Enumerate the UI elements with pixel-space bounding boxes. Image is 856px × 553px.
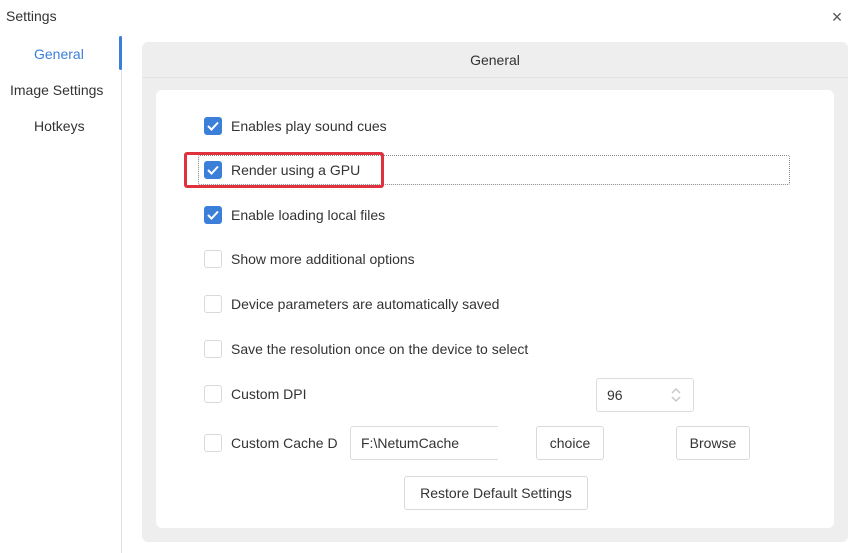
option-label: Custom Cache D <box>231 435 338 451</box>
option-load-local-files[interactable]: Enable loading local files <box>204 204 385 226</box>
option-auto-save-params[interactable]: Device parameters are automatically save… <box>204 293 499 315</box>
settings-panel: General Enables play sound cues Render u… <box>142 42 848 542</box>
option-custom-dpi[interactable]: Custom DPI <box>204 383 306 405</box>
checkbox[interactable] <box>204 250 222 268</box>
option-label: Device parameters are automatically save… <box>231 296 500 312</box>
dpi-input[interactable]: 96 <box>596 378 694 412</box>
sidebar-active-indicator <box>119 36 122 70</box>
option-custom-cache[interactable]: Custom Cache D <box>204 432 338 454</box>
sidebar-item-hotkeys[interactable]: Hotkeys <box>34 118 85 134</box>
option-label: Enable loading local files <box>231 207 386 223</box>
checkbox[interactable] <box>204 434 222 452</box>
choice-button[interactable]: choice <box>536 426 604 460</box>
spinner-arrows-icon[interactable] <box>665 384 687 406</box>
browse-button[interactable]: Browse <box>676 426 750 460</box>
checkbox[interactable] <box>204 385 222 403</box>
option-save-resolution[interactable]: Save the resolution once on the device t… <box>204 338 528 360</box>
close-icon[interactable]: × <box>828 8 846 26</box>
option-label: Show more additional options <box>231 251 415 267</box>
option-label: Custom DPI <box>231 386 307 402</box>
dpi-value: 96 <box>607 387 623 403</box>
restore-defaults-button[interactable]: Restore Default Settings <box>404 476 588 510</box>
cache-path-input[interactable]: F:\NetumCache <box>350 426 498 460</box>
checkbox[interactable] <box>204 295 222 313</box>
option-play-sound-cues[interactable]: Enables play sound cues <box>204 115 387 137</box>
panel-header: General <box>142 42 848 78</box>
window-title: Settings <box>6 8 57 24</box>
checkbox[interactable] <box>204 340 222 358</box>
sidebar-divider <box>121 36 122 553</box>
checkbox[interactable] <box>204 117 222 135</box>
option-label: Save the resolution once on the device t… <box>231 341 529 357</box>
settings-window: Settings × General Image Settings Hotkey… <box>0 0 856 553</box>
highlight-annotation <box>184 152 384 188</box>
checkbox[interactable] <box>204 206 222 224</box>
checkmark-icon <box>207 121 219 131</box>
sidebar-item-image-settings[interactable]: Image Settings <box>10 82 103 98</box>
options-body: Enables play sound cues Render using a G… <box>156 90 834 528</box>
sidebar-item-general[interactable]: General <box>34 46 84 62</box>
option-show-more-options[interactable]: Show more additional options <box>204 248 415 270</box>
checkmark-icon <box>207 210 219 220</box>
option-label: Enables play sound cues <box>231 118 387 134</box>
